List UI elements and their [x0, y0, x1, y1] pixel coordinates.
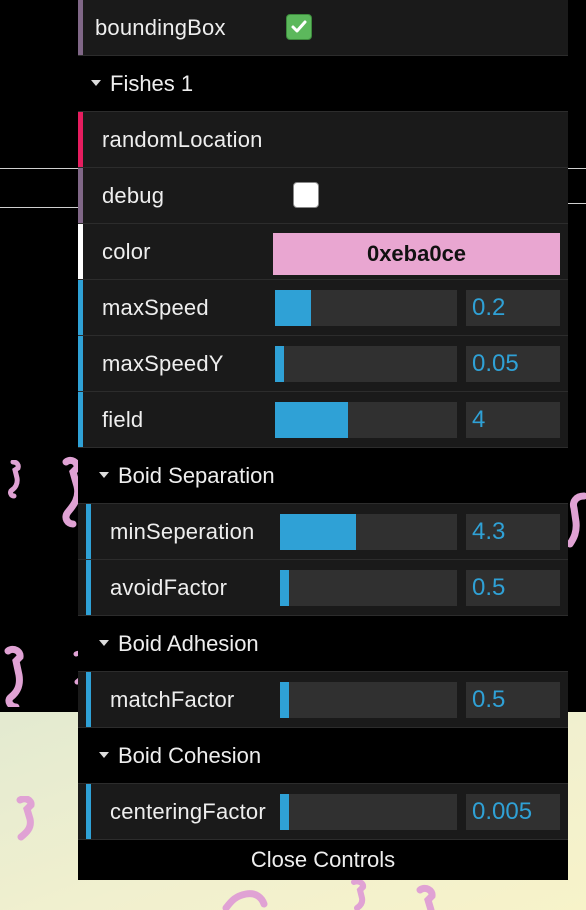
minseperation-input[interactable]: 4.3	[466, 514, 560, 550]
maxspeed-slider[interactable]	[275, 290, 457, 326]
close-controls-button[interactable]: Close Controls	[78, 840, 568, 880]
centeringfactor-row: centeringFactor 0.005	[78, 784, 568, 840]
matchfactor-row: matchFactor 0.5	[78, 672, 568, 728]
centeringfactor-slider[interactable]	[280, 794, 457, 830]
scene-line	[0, 168, 80, 169]
row-type-bar	[78, 0, 83, 55]
field-label: field	[102, 407, 144, 432]
seahorse-icon	[222, 890, 268, 910]
color-label: color	[102, 239, 151, 264]
minseperation-row: minSeperation 4.3	[78, 504, 568, 560]
folder-label: Fishes 1	[110, 71, 194, 96]
scene-line	[566, 168, 586, 169]
debug-checkbox[interactable]	[293, 182, 319, 208]
seahorse-icon	[4, 645, 24, 707]
triangle-down-icon	[99, 752, 109, 758]
avoidfactor-label: avoidFactor	[110, 575, 228, 600]
debug-label: debug	[102, 183, 165, 208]
seahorse-icon	[8, 460, 21, 499]
row-type-bar	[86, 504, 91, 559]
maxspeedy-label: maxSpeedY	[102, 351, 224, 376]
checkmark-icon	[291, 20, 307, 33]
folder-label: Boid Adhesion	[118, 631, 259, 656]
color-row[interactable]: color 0xeba0ce	[78, 224, 568, 280]
boundingbox-checkbox[interactable]	[286, 14, 312, 40]
folder-label: Boid Separation	[118, 463, 275, 488]
triangle-down-icon	[99, 640, 109, 646]
folder-boid-cohesion[interactable]: Boid Cohesion	[78, 728, 568, 784]
field-row: field 4	[78, 392, 568, 448]
randomlocation-label: randomLocation	[102, 127, 263, 152]
slider-fill	[275, 346, 285, 382]
row-type-bar	[78, 280, 83, 335]
row-type-bar	[78, 336, 83, 391]
slider-fill	[280, 514, 357, 550]
slider-fill	[280, 682, 289, 718]
seahorse-icon	[16, 796, 35, 841]
centeringfactor-label: centeringFactor	[110, 799, 266, 824]
slider-fill	[275, 290, 312, 326]
triangle-down-icon	[99, 472, 109, 478]
controls-panel: boundingBox Fishes 1 randomLocation debu…	[78, 0, 568, 840]
boundingbox-row[interactable]: boundingBox	[78, 0, 568, 56]
row-type-bar	[86, 560, 91, 615]
seahorse-icon	[351, 878, 367, 910]
row-type-bar	[78, 392, 83, 447]
minseperation-slider[interactable]	[280, 514, 457, 550]
row-type-bar	[78, 224, 83, 279]
slider-fill	[280, 794, 289, 830]
maxspeed-row: maxSpeed 0.2	[78, 280, 568, 336]
maxspeedy-slider[interactable]	[275, 346, 457, 382]
seahorse-icon	[566, 492, 586, 548]
randomlocation-row[interactable]: randomLocation	[78, 112, 568, 168]
field-input[interactable]: 4	[466, 402, 560, 438]
slider-fill	[280, 570, 289, 606]
debug-row[interactable]: debug	[78, 168, 568, 224]
matchfactor-slider[interactable]	[280, 682, 457, 718]
matchfactor-label: matchFactor	[110, 687, 235, 712]
maxspeedy-row: maxSpeedY 0.05	[78, 336, 568, 392]
boundingbox-label: boundingBox	[95, 15, 226, 40]
avoidfactor-input[interactable]: 0.5	[466, 570, 560, 606]
triangle-down-icon	[91, 80, 101, 86]
seahorse-icon	[416, 884, 436, 910]
maxspeed-input[interactable]: 0.2	[466, 290, 560, 326]
avoidfactor-row: avoidFactor 0.5	[78, 560, 568, 616]
minseperation-label: minSeperation	[110, 519, 255, 544]
matchfactor-input[interactable]: 0.5	[466, 682, 560, 718]
color-swatch-input[interactable]: 0xeba0ce	[273, 233, 560, 275]
scene-line	[0, 207, 80, 208]
folder-boid-adhesion[interactable]: Boid Adhesion	[78, 616, 568, 672]
row-type-bar	[78, 112, 83, 167]
folder-fishes[interactable]: Fishes 1	[78, 56, 568, 112]
slider-fill	[275, 402, 348, 438]
scene-line	[566, 203, 586, 204]
row-type-bar	[86, 784, 91, 839]
maxspeedy-input[interactable]: 0.05	[466, 346, 560, 382]
folder-label: Boid Cohesion	[118, 743, 262, 768]
centeringfactor-input[interactable]: 0.005	[466, 794, 560, 830]
folder-boid-separation[interactable]: Boid Separation	[78, 448, 568, 504]
avoidfactor-slider[interactable]	[280, 570, 457, 606]
row-type-bar	[86, 672, 91, 727]
field-slider[interactable]	[275, 402, 457, 438]
maxspeed-label: maxSpeed	[102, 295, 209, 320]
row-type-bar	[78, 168, 83, 223]
